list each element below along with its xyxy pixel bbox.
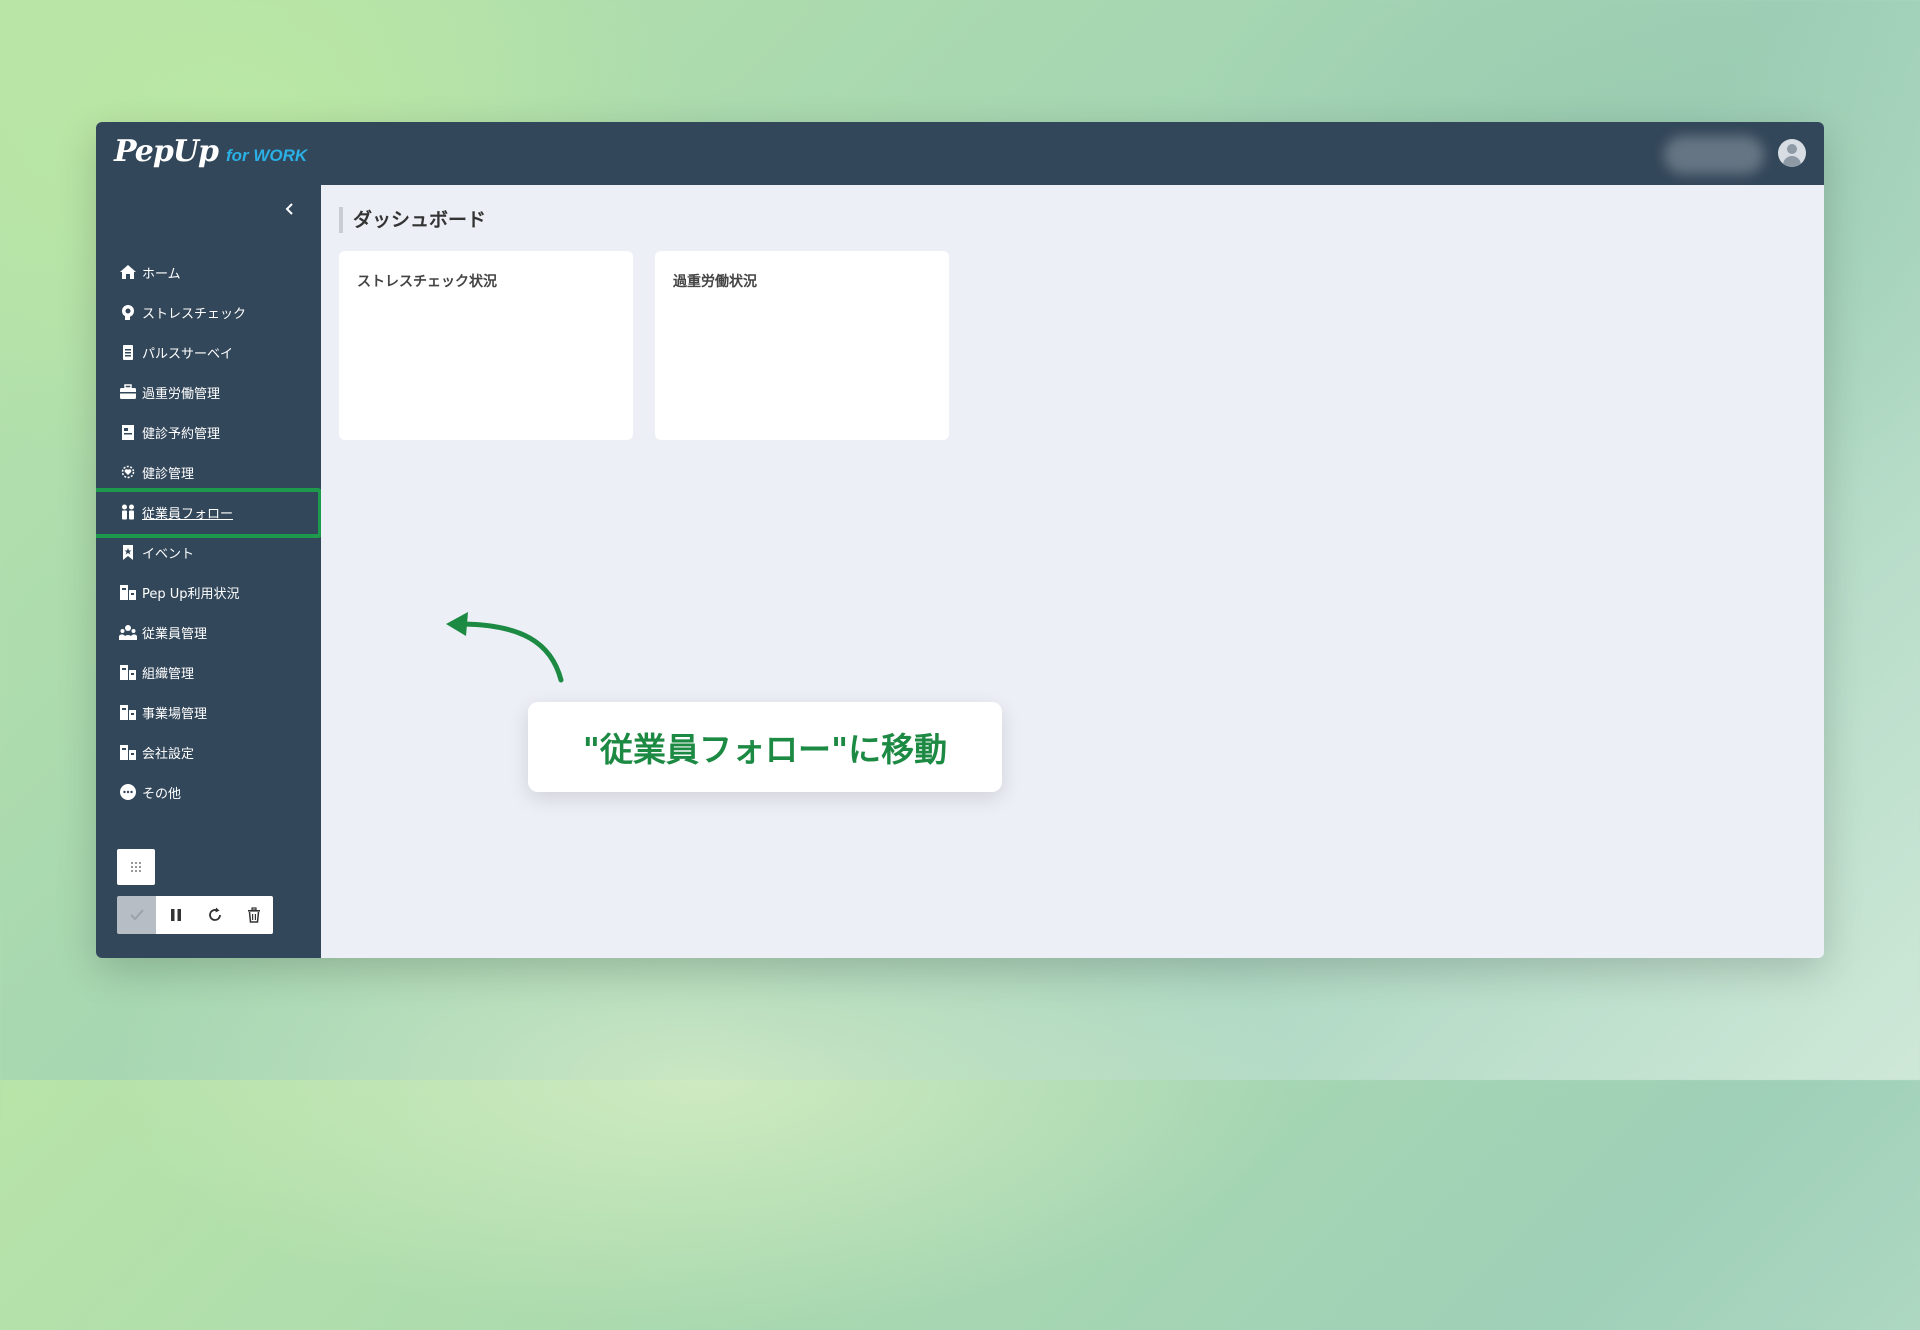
home-icon — [118, 262, 138, 282]
calendar-icon — [118, 422, 138, 442]
sidebar-item-label: 健診予約管理 — [142, 426, 221, 442]
check-button[interactable] — [117, 896, 156, 934]
logo-sub: for WORK — [225, 146, 308, 165]
building-icon — [118, 702, 138, 722]
check-icon — [129, 909, 144, 921]
sidebar-item-stress-check[interactable]: ストレスチェック — [96, 292, 321, 332]
sidebar-item-pepup-usage[interactable]: Pep Up利用状況 — [96, 572, 321, 612]
card-title: ストレスチェック状況 — [357, 274, 497, 290]
chevron-left-icon[interactable] — [278, 199, 302, 223]
sidebar-item-overwork[interactable]: 過重労働管理 — [96, 372, 321, 412]
sidebar-item-employee-follow[interactable]: 従業員フォロー — [96, 488, 322, 538]
group-icon — [118, 622, 138, 642]
delete-button[interactable] — [234, 896, 273, 934]
refresh-icon — [208, 907, 221, 921]
heart-icon — [118, 462, 138, 482]
sidebar-item-checkup[interactable]: 健診管理 — [96, 452, 321, 492]
sidebar: ホーム ストレスチェック パルスサーベイ 過重労働管理 健診予約管理 健診管理 … — [96, 185, 322, 958]
top-bar: PepUp for WORK — [96, 122, 1824, 185]
sidebar-item-label: イベント — [142, 546, 195, 562]
pause-icon — [170, 909, 181, 921]
restart-button[interactable] — [195, 896, 234, 934]
card-overwork-status[interactable]: 過重労働状況 — [655, 251, 949, 440]
card-stress-check-status[interactable]: ストレスチェック状況 — [339, 251, 633, 440]
page-title: ダッシュボード — [339, 207, 486, 233]
sidebar-nav: ホーム ストレスチェック パルスサーベイ 過重労働管理 健診予約管理 健診管理 … — [96, 252, 322, 812]
annotation-arrow-icon — [446, 612, 564, 683]
briefcase-icon — [118, 382, 138, 402]
sidebar-item-home[interactable]: ホーム — [96, 252, 321, 292]
app-logo[interactable]: PepUp for WORK — [114, 134, 307, 169]
sidebar-item-label: ストレスチェック — [142, 306, 247, 322]
sidebar-item-employee-management[interactable]: 従業員管理 — [96, 612, 321, 652]
sidebar-item-label: その他 — [142, 786, 182, 802]
user-name-blurred[interactable] — [1664, 136, 1764, 174]
more-icon — [118, 782, 138, 802]
sidebar-item-label: パルスサーベイ — [142, 346, 234, 362]
sidebar-item-label: 従業員管理 — [142, 626, 208, 642]
sidebar-item-label: 組織管理 — [142, 666, 195, 682]
brain-icon — [118, 302, 138, 322]
building-icon — [118, 582, 138, 602]
sidebar-item-other[interactable]: その他 — [96, 772, 321, 812]
recording-toolbar — [117, 896, 273, 934]
grid-icon — [131, 862, 141, 872]
sidebar-item-checkup-reservation[interactable]: 健診予約管理 — [96, 412, 321, 452]
grid-tool-button[interactable] — [117, 849, 155, 885]
sidebar-item-organization[interactable]: 組織管理 — [96, 652, 321, 692]
sidebar-item-pulse-survey[interactable]: パルスサーベイ — [96, 332, 321, 372]
instruction-callout: "従業員フォロー"に移動 — [528, 702, 1002, 792]
sidebar-item-label: 事業場管理 — [142, 706, 208, 722]
sidebar-item-label: Pep Up利用状況 — [142, 586, 240, 602]
sidebar-item-company-settings[interactable]: 会社設定 — [96, 732, 321, 772]
sidebar-item-label: 過重労働管理 — [142, 386, 221, 402]
trash-icon — [247, 907, 260, 923]
building-icon — [118, 662, 138, 682]
sidebar-item-label: 健診管理 — [142, 466, 195, 482]
app-window: PepUp for WORK ホーム ストレスチェック パルスサーベイ 過重労働… — [96, 122, 1824, 958]
highlight-box — [96, 488, 322, 538]
bookmark-star-icon — [118, 542, 138, 562]
main-content: ダッシュボード ストレスチェック状況 過重労働状況 — [321, 185, 1824, 958]
pause-button[interactable] — [156, 896, 195, 934]
avatar[interactable] — [1778, 139, 1806, 167]
sidebar-item-workplace[interactable]: 事業場管理 — [96, 692, 321, 732]
building-icon — [118, 742, 138, 762]
logo-main: PepUp — [114, 134, 219, 169]
sidebar-item-label: 会社設定 — [142, 746, 195, 762]
card-title: 過重労働状況 — [673, 274, 757, 290]
sidebar-item-label: ホーム — [142, 266, 181, 282]
clipboard-icon — [118, 342, 138, 362]
sidebar-item-event[interactable]: イベント — [96, 532, 321, 572]
